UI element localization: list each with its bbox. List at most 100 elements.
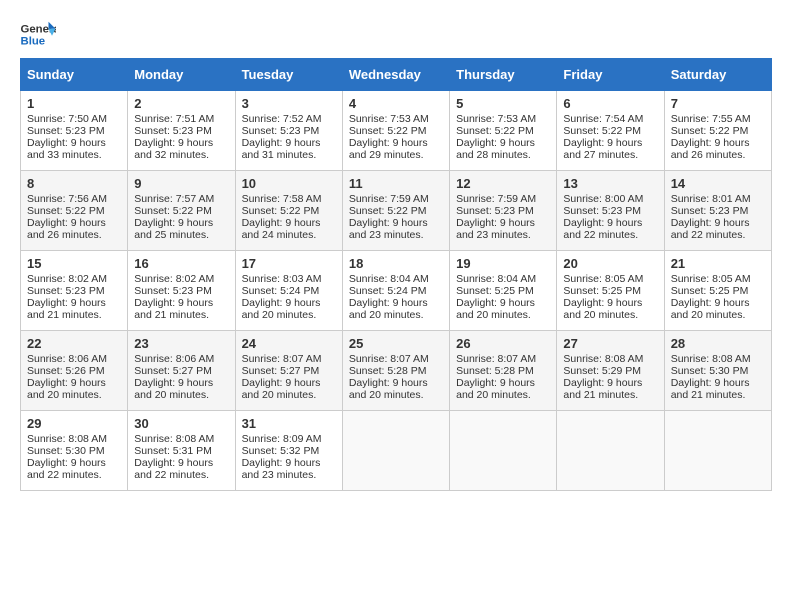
sunset-label: Sunset: 5:22 PM (563, 125, 641, 137)
day-number: 3 (242, 96, 336, 111)
day-number: 29 (27, 416, 121, 431)
calendar-day-cell: 3 Sunrise: 7:52 AM Sunset: 5:23 PM Dayli… (235, 91, 342, 171)
sunrise-label: Sunrise: 7:55 AM (671, 113, 751, 125)
sunrise-label: Sunrise: 8:04 AM (349, 273, 429, 285)
calendar-body: 1 Sunrise: 7:50 AM Sunset: 5:23 PM Dayli… (21, 91, 772, 491)
day-number: 31 (242, 416, 336, 431)
sunset-label: Sunset: 5:22 PM (349, 125, 427, 137)
daylight-label: Daylight: 9 hours and 20 minutes. (134, 377, 213, 401)
calendar-day-cell (664, 411, 771, 491)
sunrise-label: Sunrise: 7:53 AM (456, 113, 536, 125)
day-number: 20 (563, 256, 657, 271)
daylight-label: Daylight: 9 hours and 22 minutes. (27, 457, 106, 481)
sunrise-label: Sunrise: 8:03 AM (242, 273, 322, 285)
day-number: 17 (242, 256, 336, 271)
calendar-day-cell: 23 Sunrise: 8:06 AM Sunset: 5:27 PM Dayl… (128, 331, 235, 411)
weekday-header-cell: Tuesday (235, 59, 342, 91)
sunset-label: Sunset: 5:23 PM (671, 205, 749, 217)
calendar-day-cell: 8 Sunrise: 7:56 AM Sunset: 5:22 PM Dayli… (21, 171, 128, 251)
day-number: 27 (563, 336, 657, 351)
calendar-day-cell: 30 Sunrise: 8:08 AM Sunset: 5:31 PM Dayl… (128, 411, 235, 491)
day-number: 4 (349, 96, 443, 111)
daylight-label: Daylight: 9 hours and 32 minutes. (134, 137, 213, 161)
sunrise-label: Sunrise: 8:02 AM (27, 273, 107, 285)
day-number: 21 (671, 256, 765, 271)
sunset-label: Sunset: 5:22 PM (242, 205, 320, 217)
day-number: 1 (27, 96, 121, 111)
day-number: 9 (134, 176, 228, 191)
calendar-day-cell: 14 Sunrise: 8:01 AM Sunset: 5:23 PM Dayl… (664, 171, 771, 251)
sunrise-label: Sunrise: 8:07 AM (349, 353, 429, 365)
calendar-day-cell: 17 Sunrise: 8:03 AM Sunset: 5:24 PM Dayl… (235, 251, 342, 331)
daylight-label: Daylight: 9 hours and 23 minutes. (349, 217, 428, 241)
sunrise-label: Sunrise: 8:08 AM (563, 353, 643, 365)
svg-text:Blue: Blue (21, 36, 46, 48)
sunrise-label: Sunrise: 7:53 AM (349, 113, 429, 125)
day-number: 26 (456, 336, 550, 351)
sunrise-label: Sunrise: 7:56 AM (27, 193, 107, 205)
sunset-label: Sunset: 5:23 PM (134, 125, 212, 137)
calendar-day-cell: 7 Sunrise: 7:55 AM Sunset: 5:22 PM Dayli… (664, 91, 771, 171)
daylight-label: Daylight: 9 hours and 26 minutes. (671, 137, 750, 161)
calendar-day-cell (557, 411, 664, 491)
sunrise-label: Sunrise: 8:07 AM (242, 353, 322, 365)
daylight-label: Daylight: 9 hours and 21 minutes. (134, 297, 213, 321)
calendar-day-cell: 27 Sunrise: 8:08 AM Sunset: 5:29 PM Dayl… (557, 331, 664, 411)
day-number: 23 (134, 336, 228, 351)
daylight-label: Daylight: 9 hours and 22 minutes. (671, 217, 750, 241)
sunrise-label: Sunrise: 8:06 AM (27, 353, 107, 365)
weekday-header-cell: Saturday (664, 59, 771, 91)
calendar-week-row: 15 Sunrise: 8:02 AM Sunset: 5:23 PM Dayl… (21, 251, 772, 331)
daylight-label: Daylight: 9 hours and 24 minutes. (242, 217, 321, 241)
sunset-label: Sunset: 5:27 PM (134, 365, 212, 377)
calendar-day-cell: 22 Sunrise: 8:06 AM Sunset: 5:26 PM Dayl… (21, 331, 128, 411)
day-number: 6 (563, 96, 657, 111)
calendar-day-cell: 13 Sunrise: 8:00 AM Sunset: 5:23 PM Dayl… (557, 171, 664, 251)
sunrise-label: Sunrise: 8:09 AM (242, 433, 322, 445)
calendar-day-cell: 12 Sunrise: 7:59 AM Sunset: 5:23 PM Dayl… (450, 171, 557, 251)
day-number: 13 (563, 176, 657, 191)
page-header: General Blue (20, 20, 772, 48)
calendar-day-cell: 24 Sunrise: 8:07 AM Sunset: 5:27 PM Dayl… (235, 331, 342, 411)
sunset-label: Sunset: 5:31 PM (134, 445, 212, 457)
daylight-label: Daylight: 9 hours and 21 minutes. (671, 377, 750, 401)
sunset-label: Sunset: 5:26 PM (27, 365, 105, 377)
weekday-header-cell: Thursday (450, 59, 557, 91)
sunset-label: Sunset: 5:23 PM (456, 205, 534, 217)
calendar-day-cell: 11 Sunrise: 7:59 AM Sunset: 5:22 PM Dayl… (342, 171, 449, 251)
daylight-label: Daylight: 9 hours and 29 minutes. (349, 137, 428, 161)
sunset-label: Sunset: 5:30 PM (27, 445, 105, 457)
day-number: 2 (134, 96, 228, 111)
sunset-label: Sunset: 5:23 PM (27, 125, 105, 137)
day-number: 22 (27, 336, 121, 351)
sunset-label: Sunset: 5:28 PM (349, 365, 427, 377)
daylight-label: Daylight: 9 hours and 21 minutes. (563, 377, 642, 401)
calendar-table: SundayMondayTuesdayWednesdayThursdayFrid… (20, 58, 772, 491)
calendar-day-cell: 31 Sunrise: 8:09 AM Sunset: 5:32 PM Dayl… (235, 411, 342, 491)
sunrise-label: Sunrise: 8:00 AM (563, 193, 643, 205)
sunset-label: Sunset: 5:23 PM (27, 285, 105, 297)
weekday-header-cell: Friday (557, 59, 664, 91)
sunrise-label: Sunrise: 7:52 AM (242, 113, 322, 125)
sunset-label: Sunset: 5:23 PM (563, 205, 641, 217)
calendar-day-cell: 26 Sunrise: 8:07 AM Sunset: 5:28 PM Dayl… (450, 331, 557, 411)
day-number: 19 (456, 256, 550, 271)
sunset-label: Sunset: 5:24 PM (242, 285, 320, 297)
daylight-label: Daylight: 9 hours and 20 minutes. (349, 377, 428, 401)
calendar-day-cell: 21 Sunrise: 8:05 AM Sunset: 5:25 PM Dayl… (664, 251, 771, 331)
calendar-day-cell: 6 Sunrise: 7:54 AM Sunset: 5:22 PM Dayli… (557, 91, 664, 171)
sunset-label: Sunset: 5:28 PM (456, 365, 534, 377)
daylight-label: Daylight: 9 hours and 26 minutes. (27, 217, 106, 241)
daylight-label: Daylight: 9 hours and 22 minutes. (134, 457, 213, 481)
calendar-day-cell (342, 411, 449, 491)
calendar-week-row: 8 Sunrise: 7:56 AM Sunset: 5:22 PM Dayli… (21, 171, 772, 251)
sunrise-label: Sunrise: 8:08 AM (27, 433, 107, 445)
day-number: 25 (349, 336, 443, 351)
sunrise-label: Sunrise: 7:59 AM (456, 193, 536, 205)
day-number: 7 (671, 96, 765, 111)
calendar-day-cell: 5 Sunrise: 7:53 AM Sunset: 5:22 PM Dayli… (450, 91, 557, 171)
weekday-header-cell: Wednesday (342, 59, 449, 91)
daylight-label: Daylight: 9 hours and 20 minutes. (456, 377, 535, 401)
calendar-day-cell: 28 Sunrise: 8:08 AM Sunset: 5:30 PM Dayl… (664, 331, 771, 411)
sunrise-label: Sunrise: 8:01 AM (671, 193, 751, 205)
